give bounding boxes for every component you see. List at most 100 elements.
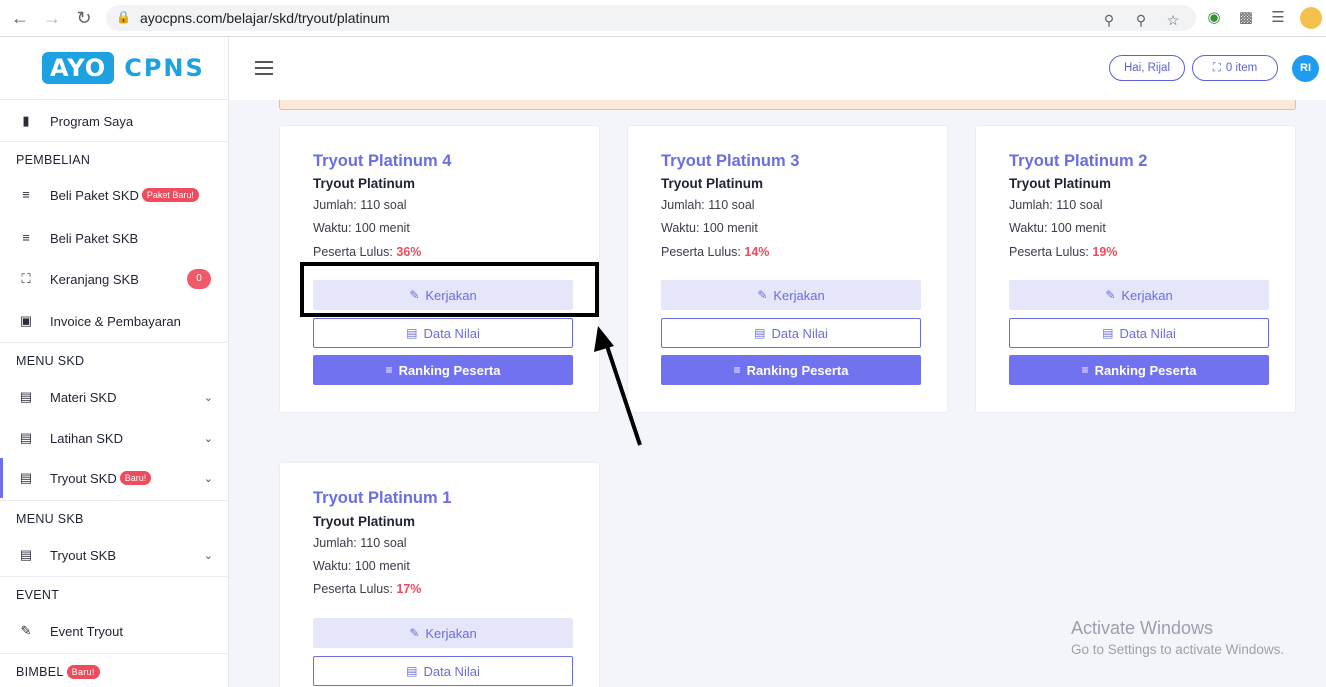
- lulus-label: Peserta Lulus:: [313, 582, 397, 596]
- logo-ayo: AYO: [42, 52, 115, 84]
- button-label: Ranking Peserta: [746, 362, 849, 378]
- button-label: Data Nilai: [771, 325, 828, 341]
- ranking-button[interactable]: ≡ Ranking Peserta: [1009, 355, 1269, 385]
- sidebar-item-label: Invoice & Pembayaran: [50, 313, 181, 329]
- list-add-icon: ≡: [22, 187, 30, 202]
- list-icon: ≡: [733, 363, 741, 377]
- sidebar-item-beli-skb[interactable]: ≡ Beli Paket SKB: [0, 218, 228, 258]
- invoice-icon: ▣: [19, 313, 33, 328]
- sidebar-item-tryout-skd[interactable]: ▤ Tryout SKD Baru! ⌄: [0, 458, 228, 498]
- extension-icon[interactable]: ◉: [1204, 8, 1224, 28]
- file-icon: ▤: [1102, 326, 1114, 340]
- puzzle-icon[interactable]: ▩: [1236, 8, 1256, 28]
- greeting-button[interactable]: Hai, Rijal: [1109, 55, 1185, 81]
- avatar[interactable]: RI: [1292, 55, 1319, 82]
- chevron-down-icon: ⌄: [203, 391, 213, 404]
- data-nilai-button[interactable]: ▤ Data Nilai: [1009, 318, 1269, 348]
- sidebar-item-tryout-skb[interactable]: ▤ Tryout SKB ⌄: [0, 535, 228, 575]
- annotation-highlight-box: [300, 262, 599, 317]
- lulus-label: Peserta Lulus:: [661, 245, 745, 259]
- sidebar-item-label: Keranjang SKB: [50, 271, 139, 287]
- tryout-card: Tryout Platinum 1 Tryout Platinum Jumlah…: [279, 462, 600, 687]
- section-label: BIMBEL: [16, 664, 64, 679]
- logo[interactable]: AYO CPNS: [42, 49, 205, 87]
- edit-icon: ✎: [757, 288, 768, 302]
- section-bimbel: BIMBEL Baru!: [0, 653, 228, 687]
- lulus-percent: 14%: [744, 245, 770, 259]
- watermark-title: Activate Windows: [1071, 618, 1214, 638]
- file-icon: ▤: [406, 664, 418, 678]
- kerjakan-button[interactable]: ✎ Kerjakan: [1009, 280, 1269, 310]
- star-icon[interactable]: ☆: [1164, 11, 1182, 29]
- data-nilai-button[interactable]: ▤ Data Nilai: [313, 656, 573, 686]
- main-content: Tryout Platinum 4 Tryout Platinum Jumlah…: [229, 100, 1326, 687]
- list-icon: ≡: [385, 363, 393, 377]
- sidebar-item-materi-skd[interactable]: ▤ Materi SKD ⌄: [0, 377, 228, 417]
- new-badge: Paket Baru!: [141, 188, 199, 202]
- card-jumlah: Jumlah: 110 soal: [1009, 198, 1103, 212]
- zoom-icon[interactable]: ⚲: [1132, 11, 1150, 29]
- reload-icon[interactable]: ↻: [74, 8, 94, 28]
- section-event: EVENT: [0, 576, 228, 612]
- top-header: Hai, Rijal ⛶ 0 item RI: [229, 37, 1326, 100]
- card-jumlah: Jumlah: 110 soal: [313, 536, 407, 550]
- card-title: Tryout Platinum 4: [313, 152, 452, 170]
- cart-button[interactable]: ⛶ 0 item: [1192, 55, 1278, 81]
- tryout-card: Tryout Platinum 3 Tryout Platinum Jumlah…: [627, 125, 948, 413]
- lulus-percent: 17%: [396, 582, 422, 596]
- data-nilai-button[interactable]: ▤ Data Nilai: [313, 318, 573, 348]
- back-icon[interactable]: ←: [10, 8, 30, 28]
- sidebar-item-latihan-skd[interactable]: ▤ Latihan SKD ⌄: [0, 418, 228, 458]
- browser-toolbar: ← → ↻ 🔒 ayocpns.com/belajar/skd/tryout/p…: [0, 0, 1326, 37]
- kerjakan-button[interactable]: ✎ Kerjakan: [661, 280, 921, 310]
- sidebar-item-event-tryout[interactable]: ✎ Event Tryout: [0, 611, 228, 651]
- lulus-percent: 36%: [396, 245, 422, 259]
- chevron-down-icon: ⌄: [203, 549, 213, 562]
- documents-icon: ▤: [19, 470, 33, 485]
- cart-label: 0 item: [1225, 62, 1258, 74]
- lock-icon: 🔒: [116, 10, 131, 24]
- watermark-subtitle: Go to Settings to activate Windows.: [1071, 642, 1285, 657]
- sidebar-item-keranjang[interactable]: ⛶ Keranjang SKB 0: [0, 259, 228, 299]
- key-icon[interactable]: ⚲: [1100, 11, 1118, 29]
- address-bar[interactable]: 🔒 ayocpns.com/belajar/skd/tryout/platinu…: [106, 5, 1196, 31]
- card-lulus: Peserta Lulus: 19%: [1009, 245, 1117, 259]
- sidebar-item-label: Event Tryout: [50, 623, 123, 639]
- document-icon: ▤: [19, 389, 33, 404]
- sidebar-item-label: Tryout SKB: [50, 547, 116, 563]
- divider: [0, 99, 228, 100]
- file-icon: ▤: [754, 326, 766, 340]
- edit-icon: ✎: [1105, 288, 1116, 302]
- card-subtitle: Tryout Platinum: [313, 176, 416, 191]
- annotation-arrow-icon: [594, 326, 642, 446]
- cart-count-badge: 0: [187, 269, 211, 289]
- kerjakan-button[interactable]: ✎ Kerjakan: [313, 618, 573, 648]
- card-waktu: Waktu: 100 menit: [1009, 221, 1106, 235]
- data-nilai-button[interactable]: ▤ Data Nilai: [661, 318, 921, 348]
- button-label: Data Nilai: [423, 325, 480, 341]
- media-icon[interactable]: ☰: [1268, 8, 1288, 28]
- section-menu-skb: MENU SKB: [0, 500, 228, 536]
- forward-icon[interactable]: →: [42, 8, 62, 28]
- sidebar-item-program-saya[interactable]: ▮ Program Saya: [0, 101, 228, 141]
- button-label: Ranking Peserta: [398, 362, 501, 378]
- tryout-card: Tryout Platinum 2 Tryout Platinum Jumlah…: [975, 125, 1296, 413]
- profile-avatar[interactable]: [1300, 7, 1322, 29]
- list-icon: ≡: [1081, 363, 1089, 377]
- documents-icon: ▤: [19, 430, 33, 445]
- sidebar-item-beli-skd[interactable]: ≡ Beli Paket SKD Paket Baru!: [0, 175, 228, 215]
- cart-icon: ⛶: [1212, 61, 1221, 74]
- edit-document-icon: ✎: [20, 623, 32, 638]
- list-add-icon: ≡: [22, 230, 30, 245]
- file-icon: ▤: [406, 326, 418, 340]
- ranking-button[interactable]: ≡ Ranking Peserta: [661, 355, 921, 385]
- button-label: Kerjakan: [773, 287, 825, 303]
- card-jumlah: Jumlah: 110 soal: [313, 198, 407, 212]
- ranking-button[interactable]: ≡ Ranking Peserta: [313, 355, 573, 385]
- documents-icon: ▤: [19, 547, 33, 562]
- chevron-down-icon: ⌄: [203, 432, 213, 445]
- url-text: ayocpns.com/belajar/skd/tryout/platinum: [140, 10, 390, 26]
- sidebar-item-invoice[interactable]: ▣ Invoice & Pembayaran: [0, 301, 228, 341]
- menu-icon[interactable]: [255, 61, 273, 75]
- sidebar-item-label: Beli Paket SKD: [50, 187, 139, 203]
